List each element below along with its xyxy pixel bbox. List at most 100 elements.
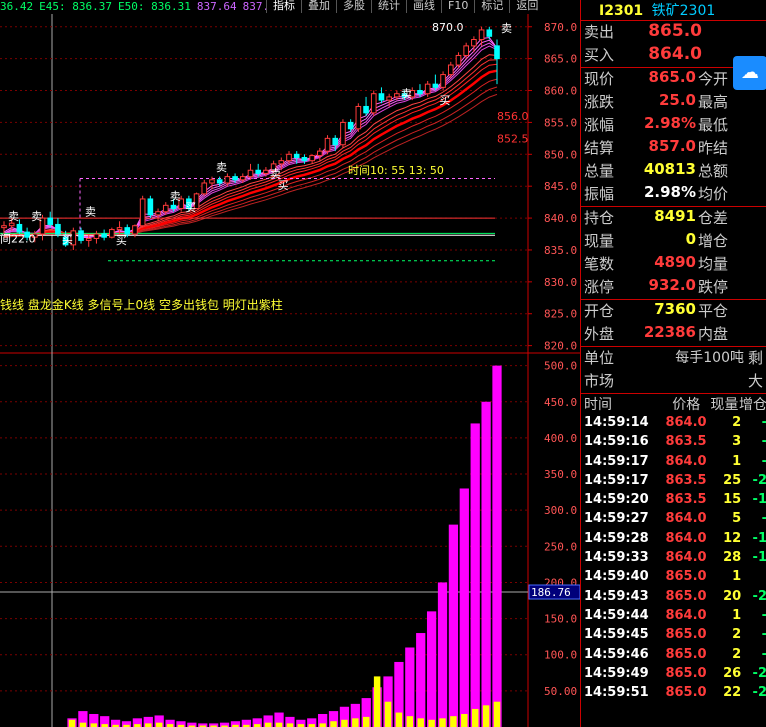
tick-row[interactable]: 14:59:49 865.0 26 -2 — [581, 666, 766, 685]
candlestick-chart[interactable]: 870.0 865.0 860.0 855.0 850.0 845.0 840.0 835.0… — [0, 0, 580, 727]
tick-qty: 25 — [723, 472, 742, 488]
candle-body — [340, 121, 346, 146]
row-value: 4890 — [654, 253, 696, 271]
candle-body — [139, 198, 146, 227]
tick-price: 863.5 — [665, 492, 707, 508]
row-label: 涨停 — [584, 278, 615, 296]
candle-body — [286, 153, 292, 162]
trade-signal-label: 买 — [62, 233, 73, 246]
trade-signal-label: 卖 — [31, 210, 42, 223]
tick-change: -2 — [752, 472, 766, 488]
candle-body — [301, 156, 308, 162]
tick-time: 14:59:28 — [584, 530, 649, 546]
row-right-label: 内盘 — [698, 325, 729, 343]
quote-row-4: 总量 40813 总额 — [581, 160, 766, 183]
tick-time: 14:59:20 — [584, 492, 649, 508]
row-value: 2.98% — [643, 183, 696, 201]
chart-annotation: 时间10: 55 13: 50 — [348, 164, 444, 177]
toolbar-button-6[interactable]: 标记 — [474, 0, 510, 13]
toolbar-button-1[interactable]: 叠加 — [301, 0, 336, 13]
volume-bar-secondary — [471, 708, 479, 727]
trade-signal-label: 买 — [278, 179, 289, 192]
price-tick-label: 865.0 — [544, 53, 577, 66]
candle-body — [432, 83, 439, 88]
candle-body — [386, 96, 392, 101]
row-value: 932.0 — [648, 276, 696, 294]
volume-bar-secondary — [155, 722, 163, 727]
candle-body — [55, 223, 61, 235]
trade-signal-label: 卖 — [501, 22, 512, 35]
tick-qty: 22 — [723, 685, 742, 701]
unit-row-1: 市场 大 — [581, 370, 766, 393]
row-right-label: 最低 — [698, 116, 729, 134]
candle-body — [494, 45, 500, 60]
ticks-col-2: 现量 — [710, 397, 739, 413]
candle-body — [255, 169, 262, 174]
tick-row[interactable]: 14:59:28 864.0 12 -1 — [581, 531, 766, 550]
candle-body — [363, 105, 369, 114]
ticks-col-0: 时间 — [584, 397, 612, 413]
candle-body — [463, 45, 469, 56]
tick-row[interactable]: 14:59:45 865.0 2- — [581, 627, 766, 646]
tick-price: 865.0 — [665, 665, 707, 681]
toolbar-button-3[interactable]: 统计 — [371, 0, 406, 13]
tick-row[interactable]: 14:59:17 864.0 1- — [581, 454, 766, 473]
tick-time: 14:59:17 — [584, 472, 649, 488]
instrument-header[interactable]: I2301 铁矿2301 — [581, 0, 766, 21]
row-value: 40813 — [643, 160, 696, 178]
toolbar-button-2[interactable]: 多股 — [336, 0, 371, 13]
price-tick-label: 840.0 — [544, 212, 577, 225]
volume-bar-secondary — [493, 701, 501, 727]
candle-body — [93, 233, 100, 239]
row-right-label: 增仓 — [698, 232, 729, 250]
tick-time: 14:59:33 — [584, 550, 649, 566]
tick-row[interactable]: 14:59:14 864.0 2- — [581, 415, 766, 434]
instrument-code: I2301 — [599, 3, 644, 19]
tick-row[interactable]: 14:59:20 863.5 15 -1 — [581, 492, 766, 511]
tick-price: 864.0 — [665, 530, 707, 546]
tick-row[interactable]: 14:59:46 865.0 2- — [581, 647, 766, 666]
tick-row[interactable]: 14:59:16 863.5 3- — [581, 434, 766, 453]
ticks-col-1: 价格 — [672, 397, 701, 413]
row-right-label: 均量 — [698, 255, 729, 273]
price-tick-label: 835.0 — [544, 244, 577, 257]
candle-body — [355, 105, 362, 130]
trade-signal-label: 卖 — [216, 161, 227, 174]
candle-body — [370, 93, 377, 114]
price-tick-label: 825.0 — [544, 308, 577, 321]
tick-time: 14:59:46 — [584, 646, 649, 662]
toolbar-button-5[interactable]: F10 — [441, 0, 475, 13]
toolbar-button-0[interactable]: 指标 — [266, 0, 301, 13]
position-row-1: 现量 0 增仓 — [581, 230, 766, 253]
trade-signal-label: 买 — [185, 201, 196, 214]
tick-row[interactable]: 14:59:40 865.0 1 — [581, 569, 766, 588]
toolbar-button-4[interactable]: 画线 — [406, 0, 441, 13]
volume-bar-secondary — [352, 718, 359, 727]
trade-signal-label: 卖 — [170, 190, 181, 203]
candle-body — [16, 223, 23, 233]
tick-change: -2 — [752, 588, 766, 604]
volume-tick-label: 300.0 — [544, 504, 577, 517]
tick-row[interactable]: 14:59:43 865.0 20 -2 — [581, 589, 766, 608]
candle-body — [440, 74, 446, 88]
tick-time: 14:59:44 — [584, 607, 649, 623]
row-value: 865.0 — [648, 21, 702, 41]
row-label: 开仓 — [584, 302, 615, 320]
tick-row[interactable]: 14:59:51 865.0 22 -2 — [581, 685, 766, 704]
tick-price: 865.0 — [665, 646, 707, 662]
toolbar-button-7[interactable]: 返回 — [509, 0, 545, 13]
tick-row[interactable]: 14:59:33 864.0 28 -1 — [581, 550, 766, 569]
cloud-icon[interactable]: ☁ — [733, 56, 766, 90]
bid-ask-row-0: 卖出 865.0 — [581, 21, 766, 44]
candle-body — [278, 160, 285, 165]
tick-row[interactable]: 14:59:17 863.5 25 -2 — [581, 473, 766, 492]
tick-price: 865.0 — [665, 569, 707, 585]
row-value: 857.0 — [648, 137, 696, 155]
tick-row[interactable]: 14:59:27 864.0 5- — [581, 511, 766, 530]
volume-bar-secondary — [330, 721, 337, 727]
tick-price: 863.5 — [665, 472, 707, 488]
tick-row[interactable]: 14:59:44 864.0 1- — [581, 608, 766, 627]
tick-qty: 26 — [723, 665, 742, 681]
tick-list[interactable]: 14:59:14864.02-14:59:16863.53-14:59:1786… — [581, 415, 766, 704]
tick-price: 864.0 — [665, 453, 707, 469]
